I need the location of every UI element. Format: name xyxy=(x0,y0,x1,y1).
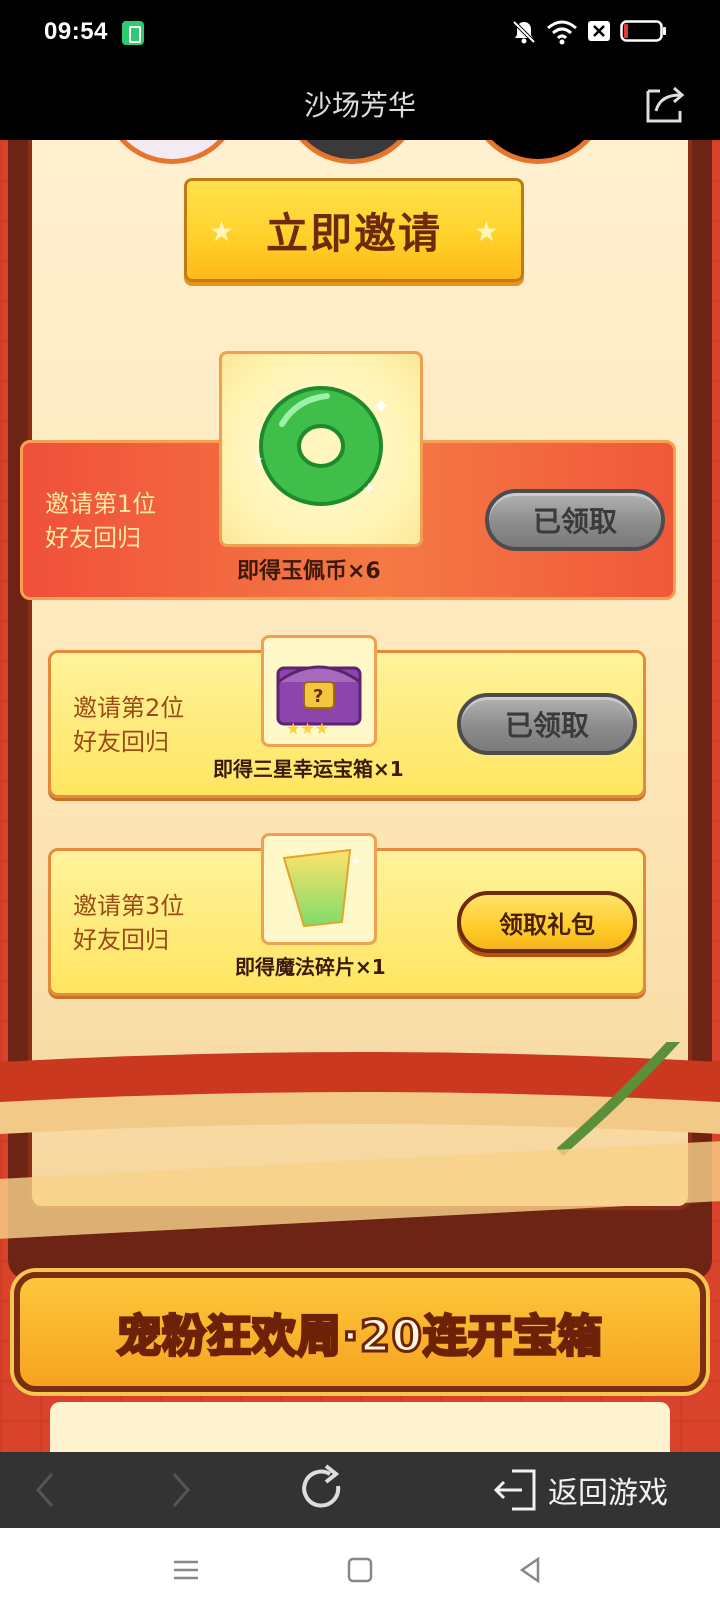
clock: 09:54 xyxy=(44,18,108,45)
reward-row-3: 邀请第3位 好友回归 ✦ 即得魔法碎片×1 领取礼包 xyxy=(48,833,646,996)
reward-row-1: 邀请第1位 好友回归 ✦ ✦ ✦ 即得玉佩币×6 已领取 xyxy=(20,351,676,600)
back-triangle-icon[interactable] xyxy=(514,1554,546,1586)
banner-title: 宠粉狂欢周·20连开宝箱 xyxy=(116,1310,604,1364)
reward-condition: 邀请第3位 好友回归 xyxy=(73,889,184,957)
promo-banner: 宠粉狂欢周·20连开宝箱 xyxy=(14,1272,706,1392)
reward-item-box: ? ★★★ xyxy=(261,635,377,747)
refresh-icon[interactable] xyxy=(296,1462,348,1518)
star-icon: ★ xyxy=(473,215,499,248)
star-icon: ★ xyxy=(209,215,235,248)
forward-arrow-icon[interactable] xyxy=(166,1462,196,1518)
reward-item-box: ✦ xyxy=(261,833,377,945)
svg-text:✦: ✦ xyxy=(372,395,390,420)
jade-coin-icon: ✦ ✦ ✦ xyxy=(252,386,390,506)
svg-text:?: ? xyxy=(313,686,323,707)
wifi-icon xyxy=(547,20,577,45)
webview-content[interactable]: ★ 立即邀请 ★ 邀请第1位 好友回归 ✦ ✦ ✦ 即得玉佩币×6 已领取 邀请… xyxy=(0,140,720,1452)
reward-row-2: 邀请第2位 好友回归 ? ★★★ 即得三星幸运宝箱×1 已领取 xyxy=(48,635,646,798)
svg-text:✦: ✦ xyxy=(350,854,362,870)
system-nav-bar xyxy=(0,1528,720,1612)
return-to-game-label: 返回游戏 xyxy=(548,1476,668,1511)
svg-text:✦: ✦ xyxy=(252,452,264,468)
svg-text:★★★: ★★★ xyxy=(286,719,329,738)
friend-avatar-2[interactable] xyxy=(282,140,422,164)
condition-line: 邀请第2位 xyxy=(73,694,185,722)
status-icons xyxy=(510,18,690,48)
friend-avatar-1[interactable] xyxy=(102,140,242,164)
status-bar: 09:54 xyxy=(0,0,720,66)
svg-text:✦: ✦ xyxy=(362,479,375,498)
reward-item-box: ✦ ✦ ✦ xyxy=(219,351,423,547)
reward-item-label: 即得魔法碎片×1 xyxy=(235,955,386,979)
reward-item-label: 即得三星幸运宝箱×1 xyxy=(213,757,404,781)
back-arrow-icon[interactable] xyxy=(30,1462,60,1518)
friend-avatar-3[interactable] xyxy=(468,140,608,164)
claim-gift-button[interactable]: 领取礼包 xyxy=(457,891,637,953)
reward-condition: 邀请第2位 好友回归 xyxy=(73,691,184,759)
mute-bell-icon xyxy=(512,20,536,44)
battery-icon xyxy=(620,20,666,42)
claimed-button[interactable]: 已领取 xyxy=(485,489,665,551)
exit-arrow-icon xyxy=(493,1469,536,1511)
browser-nav-bar: 返回游戏 xyxy=(0,1452,720,1528)
magic-shard-icon: ✦ xyxy=(282,848,362,928)
battery-saver-icon xyxy=(122,21,144,45)
title-bar: 沙场芳华 xyxy=(0,66,720,140)
banner-description-panel xyxy=(50,1402,670,1452)
return-to-game-button[interactable]: 返回游戏 xyxy=(492,1462,668,1518)
condition-line: 好友回归 xyxy=(73,926,169,954)
reward-condition: 邀请第1位 好友回归 xyxy=(45,487,156,555)
claimed-button[interactable]: 已领取 xyxy=(457,693,637,755)
invite-now-button[interactable]: ★ 立即邀请 ★ xyxy=(184,178,524,282)
condition-line: 邀请第1位 xyxy=(45,490,157,518)
treasure-chest-icon: ? ★★★ xyxy=(276,665,362,738)
reward-item-label: 即得玉佩币×6 xyxy=(237,559,381,584)
sim-x-icon xyxy=(588,21,610,41)
home-square-icon[interactable] xyxy=(344,1554,376,1586)
share-icon[interactable] xyxy=(644,81,688,125)
invite-button-label: 立即邀请 xyxy=(265,208,442,258)
condition-line: 好友回归 xyxy=(73,728,169,756)
menu-icon[interactable] xyxy=(170,1554,202,1586)
page-title: 沙场芳华 xyxy=(303,89,416,122)
condition-line: 好友回归 xyxy=(45,524,141,552)
condition-line: 邀请第3位 xyxy=(73,892,185,920)
